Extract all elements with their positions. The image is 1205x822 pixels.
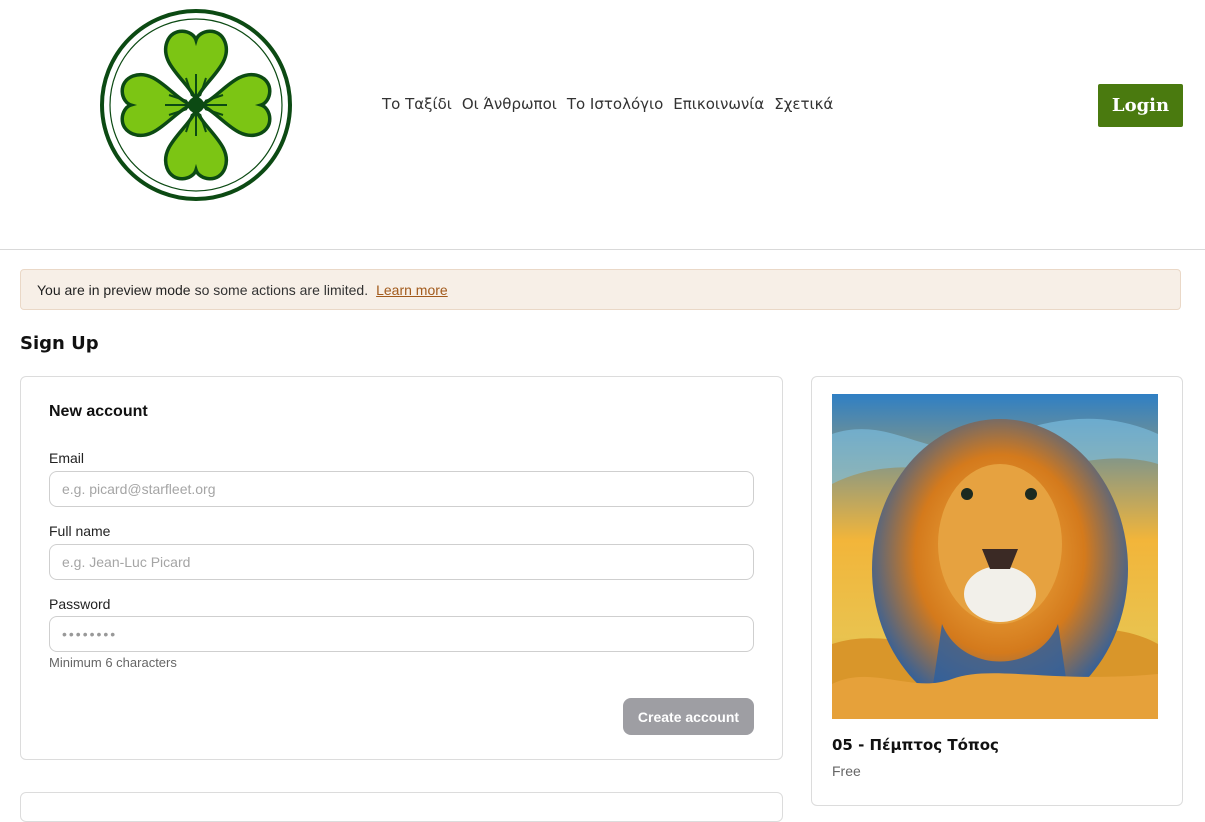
site-header: Το Ταξίδι Οι Άνθρωποι Το Ιστολόγιο Επικο…	[0, 0, 1205, 250]
full-name-label: Full name	[49, 523, 111, 539]
banner-preview-text: You are in preview mode	[37, 281, 191, 298]
page-title: Sign Up	[20, 333, 99, 354]
product-title: 05 - Πέμπτος Τόπος	[832, 736, 999, 754]
new-account-form: New account Email Full name Password Min…	[20, 376, 783, 760]
clover-logo-icon[interactable]	[99, 8, 293, 202]
nav-item-blog[interactable]: Το Ιστολόγιο	[567, 95, 663, 113]
main-nav: Το Ταξίδι Οι Άνθρωποι Το Ιστολόγιο Επικο…	[382, 95, 833, 113]
create-account-button[interactable]: Create account	[623, 698, 754, 735]
lion-painting-image	[832, 394, 1158, 719]
email-label: Email	[49, 450, 85, 466]
password-label: Password	[49, 596, 111, 612]
email-field[interactable]	[49, 471, 754, 507]
banner-suffix-text: so some actions are limited.	[194, 281, 369, 298]
nav-item-about[interactable]: Σχετικά	[774, 95, 833, 113]
learn-more-link[interactable]: Learn more	[376, 282, 448, 298]
full-name-field[interactable]	[49, 544, 754, 580]
password-field[interactable]	[49, 616, 754, 652]
login-button[interactable]: Login	[1098, 84, 1183, 127]
password-hint: Minimum 6 characters	[49, 655, 177, 670]
nav-item-people[interactable]: Οι Άνθρωποι	[462, 95, 557, 113]
nav-item-journey[interactable]: Το Ταξίδι	[382, 95, 452, 113]
preview-mode-banner: You are in preview mode so some actions …	[20, 269, 1181, 310]
product-price: Free	[832, 763, 861, 779]
product-card[interactable]: 05 - Πέμπτος Τόπος Free	[811, 376, 1183, 806]
form-title: New account	[49, 403, 148, 420]
nav-item-contact[interactable]: Επικοινωνία	[673, 95, 764, 113]
